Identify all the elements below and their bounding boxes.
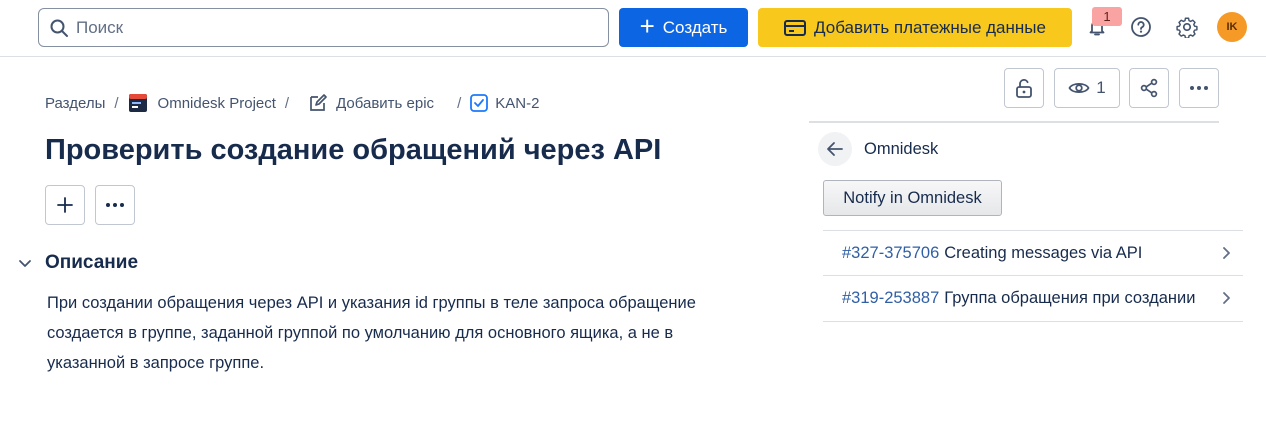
chevron-down-icon [19,260,31,267]
description-text[interactable]: При создании обращения через API и указа… [47,288,707,378]
request-id-link[interactable]: #327-375706 [842,244,939,263]
breadcrumb-issue[interactable]: KAN-2 [470,94,539,112]
pencil-icon [310,94,327,111]
notification-badge: 1 [1092,7,1122,26]
list-item[interactable]: #319-253887 Группа обращения при создани… [823,276,1243,322]
page-title[interactable]: Проверить создание обращений через API [45,134,661,167]
search-box[interactable] [38,8,609,47]
top-bar: + Создать Добавить платежные данные 1 IK [0,0,1266,57]
breadcrumb: Разделы / Omnidesk Project / Добавить ep… [45,92,539,114]
more-icon [1190,86,1208,90]
more-icon [106,203,124,207]
linked-requests-list: #327-375706 Creating messages via API #3… [823,230,1243,322]
request-id-link[interactable]: #319-253887 [842,289,939,308]
add-payment-button[interactable]: Добавить платежные данные [758,8,1072,47]
chevron-right-icon [1223,292,1230,304]
breadcrumb-separator: / [114,94,119,112]
description-toggle[interactable]: Описание [16,252,138,274]
breadcrumb-add-epic-label: Добавить epic [336,94,435,112]
plus-icon: + [639,11,655,41]
plus-icon [57,197,73,213]
arrow-left-icon [827,142,843,156]
search-icon [50,19,68,37]
share-icon [1140,78,1158,98]
create-button-label: Создать [662,17,728,37]
chevron-right-icon [1223,247,1230,259]
breadcrumb-add-epic[interactable]: Добавить epic [298,93,434,113]
issue-more-button[interactable] [1179,68,1219,108]
breadcrumb-project-label: Omnidesk Project [157,94,276,112]
unlock-icon [1016,79,1032,98]
request-subject: Creating messages via API [944,243,1143,262]
panel-divider [809,121,1219,123]
add-payment-label: Добавить платежные данные [814,17,1046,37]
breadcrumb-issue-label: KAN-2 [495,94,540,112]
search-input[interactable] [76,17,576,38]
create-button[interactable]: + Создать [619,8,748,47]
share-button[interactable] [1129,68,1169,108]
add-button[interactable] [45,185,85,225]
credit-card-icon [784,19,807,36]
list-item[interactable]: #327-375706 Creating messages via API [823,230,1243,276]
description-heading: Описание [45,252,139,273]
help-button[interactable] [1126,12,1156,42]
back-button[interactable] [818,132,852,166]
more-actions-button[interactable] [95,185,135,225]
watch-button[interactable]: 1 [1054,68,1120,108]
help-icon [1131,17,1151,37]
project-icon [128,94,147,112]
breadcrumb-project[interactable]: Omnidesk Project [128,93,276,113]
breadcrumb-separator: / [457,94,462,112]
notify-button[interactable]: Notify in Omnidesk [823,180,1002,216]
breadcrumb-separator: / [284,94,290,112]
panel-title: Omnidesk [864,140,939,158]
gear-icon [1176,17,1198,38]
watch-count: 1 [1096,78,1106,97]
request-subject: Группа обращения при создании [944,289,1196,307]
task-checkbox-icon [470,94,489,112]
eye-icon [1068,82,1090,94]
restrictions-button[interactable] [1004,68,1044,108]
settings-button[interactable] [1172,12,1202,42]
avatar[interactable]: IK [1217,12,1247,42]
breadcrumb-root[interactable]: Разделы [45,95,105,112]
